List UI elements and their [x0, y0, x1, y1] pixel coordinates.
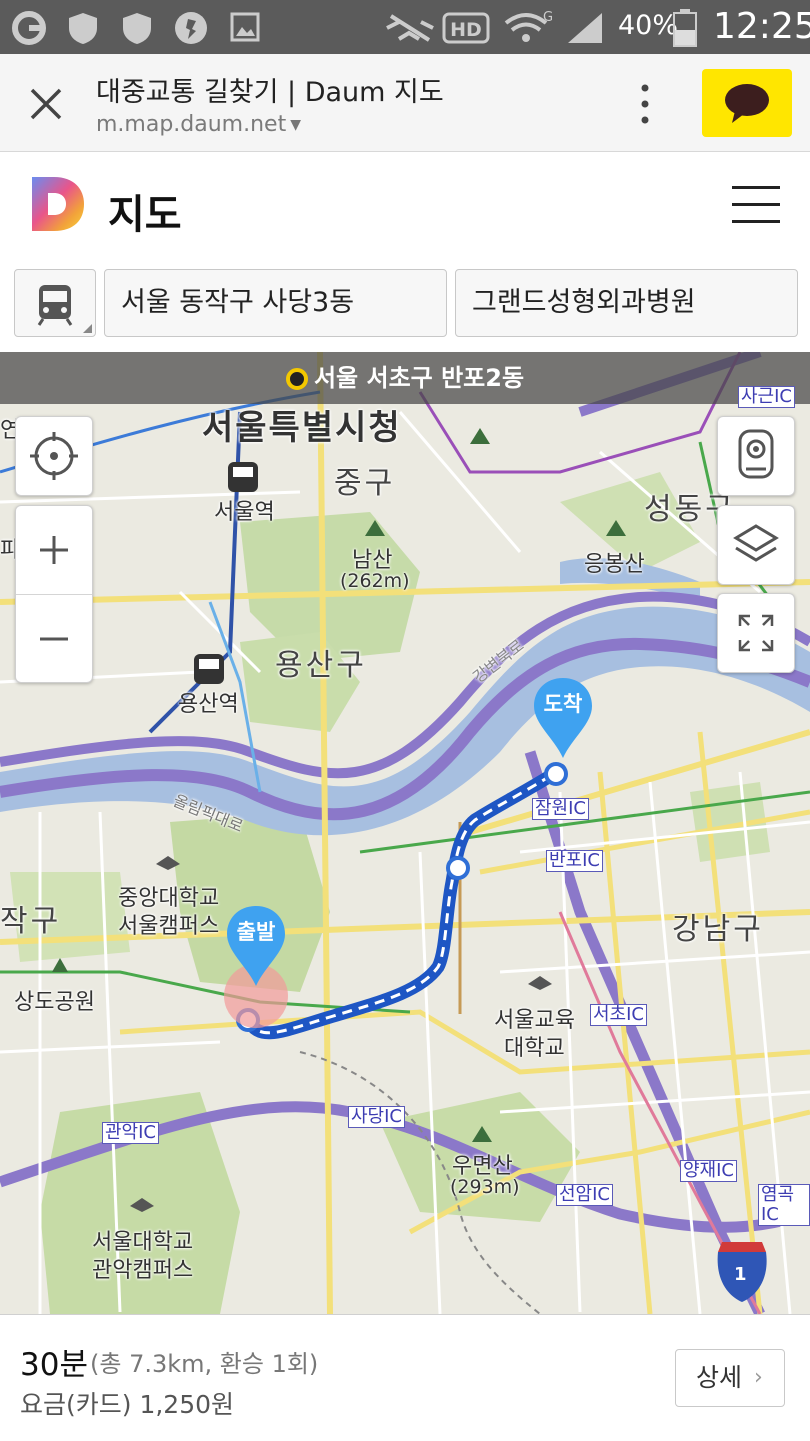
map-layers-button[interactable]: [717, 505, 795, 585]
app-title: 지도: [108, 192, 182, 238]
ic-label: 서초IC: [590, 1004, 647, 1026]
g-icon: [12, 11, 46, 45]
route-duration: 30분: [20, 1347, 88, 1383]
map-label: 서울캠퍼스: [118, 914, 220, 939]
expand-icon: [738, 614, 774, 652]
crosshair-icon: [30, 432, 78, 480]
roadview-button[interactable]: [717, 416, 795, 496]
end-pin-label: 도착: [543, 692, 583, 716]
wifi-icon: G: [504, 11, 552, 42]
ic-label: 선암IC: [556, 1184, 613, 1206]
route-search-bar: 서울 동작구 사당3동 그랜드성형외과병원: [0, 262, 810, 352]
battery-icon: [673, 9, 697, 47]
url-text: m.map.daum.net: [96, 112, 287, 137]
map-location-text: 서울 서초구 반포2동: [313, 364, 525, 392]
start-pin[interactable]: 출발: [223, 904, 289, 988]
url-dropdown[interactable]: m.map.daum.net ▼: [96, 112, 301, 137]
start-pin-label: 출발: [236, 920, 276, 944]
ic-label: 사근IC: [738, 386, 795, 408]
chevron-right-icon: ›: [754, 1365, 763, 1390]
map-label: (293m): [450, 1176, 520, 1198]
svg-text:HD: HD: [450, 19, 482, 41]
speech-bubble-icon: [725, 84, 769, 123]
location-dot-icon: [285, 368, 308, 390]
details-button-label: 상세: [696, 1363, 743, 1392]
map-label: 대학교: [504, 1036, 565, 1061]
route-fare: 요금(카드) 1,250원: [20, 1390, 235, 1419]
signal-icon: [568, 13, 602, 43]
roadview-camera-icon: [738, 429, 774, 479]
clock: 12:25: [713, 6, 810, 47]
origin-input[interactable]: 서울 동작구 사당3동: [104, 269, 447, 337]
layers-icon: [733, 524, 779, 562]
battery-percentage: 40%: [618, 10, 679, 41]
highway-shield-number: 1: [734, 1264, 747, 1285]
map-label: 서울특별시청: [202, 408, 402, 448]
zoom-control: [15, 505, 93, 683]
kakao-share-button[interactable]: [702, 69, 792, 137]
map-label: 중구: [334, 466, 396, 501]
map-label: 서울역: [214, 500, 275, 525]
transport-mode-selector[interactable]: [14, 269, 96, 337]
hd-icon: HD: [442, 12, 490, 44]
route-summary-panel: 30분 (총 7.3km, 환승 1회) 요금(카드) 1,250원 상세 ›: [0, 1314, 810, 1441]
map-label: 작구: [0, 904, 62, 939]
zoom-out-icon[interactable]: [16, 595, 92, 683]
more-options-icon[interactable]: [632, 82, 658, 126]
hamburger-menu-icon[interactable]: [732, 186, 780, 224]
ic-label: 잠원IC: [532, 798, 589, 820]
app-header: 지도: [0, 152, 810, 262]
shield-icon: [123, 13, 151, 44]
map-label: 용산역: [178, 692, 239, 717]
caret-down-icon: ▼: [290, 117, 301, 133]
zoom-in-icon[interactable]: [16, 506, 92, 594]
browser-toolbar: 대중교통 길찾기 | Daum 지도 m.map.daum.net ▼: [0, 54, 810, 152]
map-label: 강남구: [672, 912, 764, 947]
ic-label: 염곡IC: [758, 1184, 810, 1226]
daum-logo-icon: [32, 177, 84, 231]
ic-label: 반포IC: [546, 850, 603, 872]
map-label: (262m): [340, 570, 410, 592]
fullscreen-button[interactable]: [717, 593, 795, 673]
details-button[interactable]: 상세 ›: [675, 1349, 785, 1407]
map-view[interactable]: 서울 서초구 반포2동 서울특별시청 중구 서울역 남산 (262m) 용산구 …: [0, 352, 810, 1314]
ic-label: 관악IC: [102, 1122, 159, 1144]
close-icon[interactable]: [22, 80, 70, 128]
ic-label: 양재IC: [680, 1160, 737, 1182]
map-label: 상도공원: [14, 990, 95, 1015]
ic-label: 사당IC: [348, 1106, 405, 1128]
my-location-button[interactable]: [15, 416, 93, 496]
image-icon: [230, 12, 260, 42]
destination-input[interactable]: 그랜드성형외과병원: [455, 269, 798, 337]
map-label: 용산구: [275, 648, 367, 683]
route-distance-transfers: (총 7.3km, 환승 1회): [90, 1350, 319, 1378]
map-label: 응봉산: [584, 552, 645, 577]
svg-text:G: G: [543, 11, 552, 25]
shield-icon: [69, 13, 97, 44]
map-location-banner: 서울 서초구 반포2동: [0, 352, 810, 404]
mute-icon: [386, 14, 434, 42]
end-pin[interactable]: 도착: [530, 676, 596, 760]
app-icon: [175, 12, 207, 44]
page-title: 대중교통 길찾기 | Daum 지도: [96, 77, 444, 108]
status-bar: HD G 40% 12:25: [0, 0, 810, 54]
map-label: 관악캠퍼스: [92, 1258, 194, 1283]
